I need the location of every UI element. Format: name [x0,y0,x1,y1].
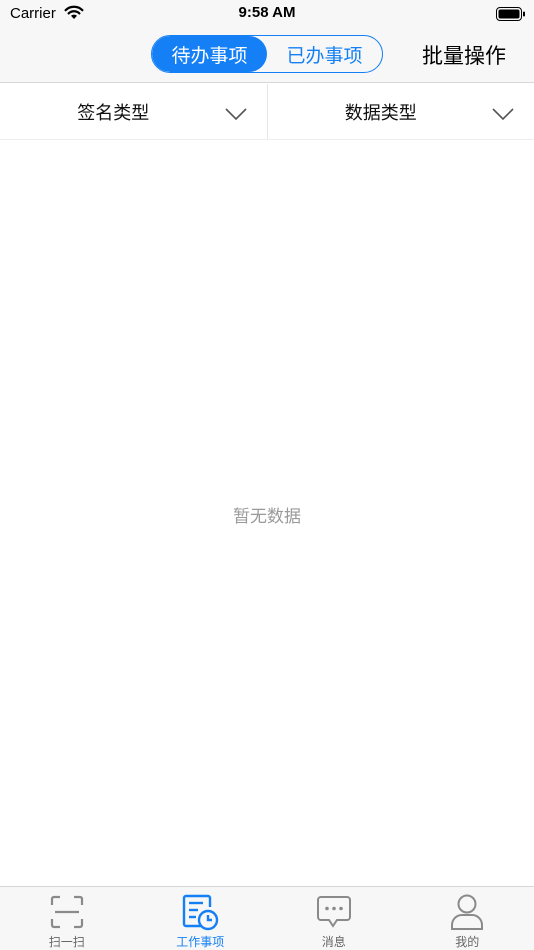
scan-icon [49,892,85,932]
battery-icon [496,6,526,25]
nav-bar: 待办事项 已办事项 批量操作 [0,28,534,83]
user-icon [449,892,485,932]
segment-done[interactable]: 已办事项 [267,36,382,72]
tab-work-items[interactable]: 工作事项 [134,887,268,950]
tab-scan[interactable]: 扫一扫 [0,887,134,950]
tab-mine-label: 我的 [455,935,480,949]
message-icon [316,892,352,932]
chevron-down-icon [224,105,247,126]
status-bar: Carrier 9:58 AM [0,0,534,28]
tab-messages-label: 消息 [321,935,346,949]
chevron-down-icon [492,105,514,126]
tab-scan-label: 扫一扫 [48,935,85,949]
task-clock-icon [181,892,219,932]
status-time: 9:58 AM [238,4,296,21]
signature-type-label: 签名类型 [77,102,150,124]
tab-work-items-label: 工作事项 [176,935,225,949]
data-type-label: 数据类型 [344,102,417,124]
todo-done-segmented-control: 待办事项 已办事项 [151,35,383,73]
data-type-filter[interactable]: 数据类型 [266,84,534,139]
signature-type-filter[interactable]: 签名类型 [0,84,267,139]
tab-mine[interactable]: 我的 [401,887,534,950]
tab-messages[interactable]: 消息 [267,887,401,950]
empty-state-text: 暂无数据 [233,507,301,527]
segment-todo[interactable]: 待办事项 [152,36,267,72]
batch-operation-button[interactable]: 批量操作 [422,40,506,70]
filter-bar: 签名类型 数据类型 [0,84,534,140]
tab-bar: 扫一扫 工作事项 消息 我的 [0,886,534,950]
